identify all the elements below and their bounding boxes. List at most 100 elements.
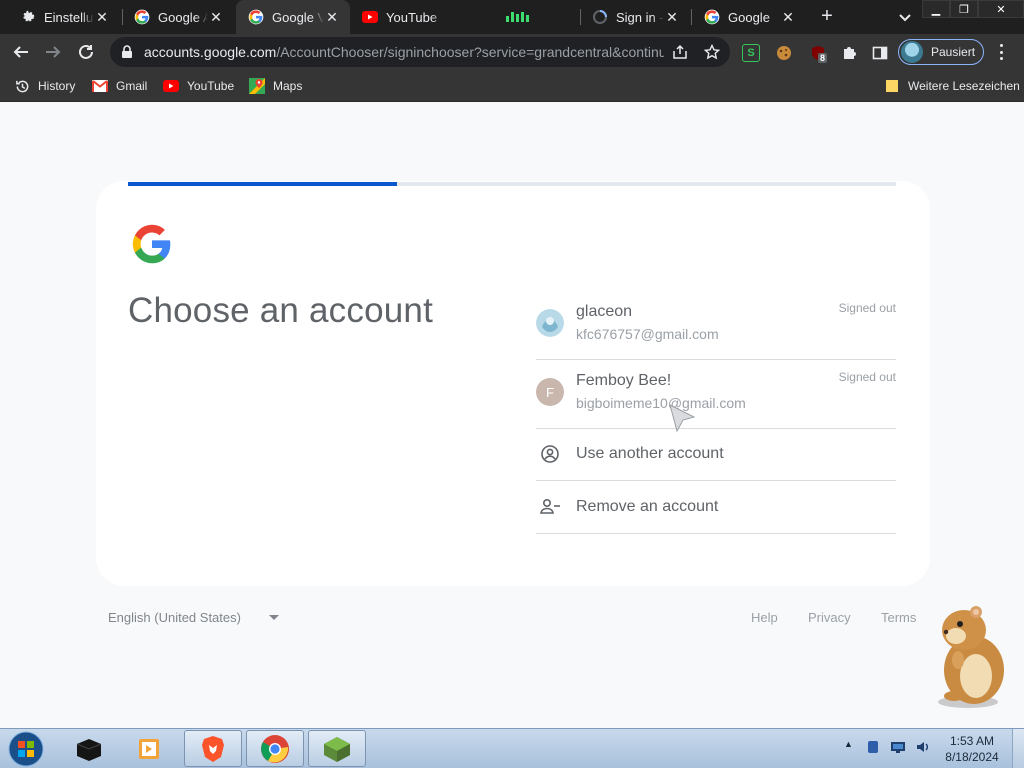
- close-tab-icon[interactable]: ✕: [324, 9, 340, 25]
- address-bar[interactable]: accounts.google.com/AccountChooser/signi…: [110, 37, 730, 67]
- system-tray: ▲: [844, 739, 940, 755]
- cookie-extension-icon[interactable]: [775, 44, 793, 62]
- tab-settings[interactable]: Einstellungen ✕: [8, 0, 120, 34]
- language-label: English (United States): [108, 610, 241, 625]
- bookmark-maps[interactable]: Maps: [249, 77, 302, 95]
- account-status: Signed out: [838, 301, 896, 315]
- tab-strip: Einstellungen ✕ Google Account ✕ Google …: [0, 0, 1024, 34]
- lock-icon[interactable]: [120, 45, 134, 59]
- tray-app-icon[interactable]: [865, 739, 881, 755]
- account-avatar: F: [536, 378, 564, 406]
- account-status: Signed out: [838, 370, 896, 384]
- tab-title: Sign in - Google Accounts: [616, 9, 664, 25]
- taskbar-clock[interactable]: 1:53 AM 8/18/2024: [940, 733, 1004, 765]
- dropdown-caret-icon: [268, 615, 279, 620]
- minecraft-block-icon: [324, 736, 350, 762]
- language-selector[interactable]: English (United States): [108, 610, 279, 625]
- account-circle-icon: [536, 440, 564, 468]
- action-label: Remove an account: [576, 498, 719, 515]
- taskbar-app-media-player[interactable]: [120, 730, 178, 767]
- tab-google-voice[interactable]: Google Voice ✕: [236, 0, 350, 34]
- side-panel-icon[interactable]: [871, 44, 889, 62]
- tab-sign-in[interactable]: Sign in - Google Accounts ✕: [580, 0, 690, 34]
- account-avatar: [536, 309, 564, 337]
- progress-bar: [128, 182, 896, 186]
- share-icon[interactable]: [672, 44, 688, 60]
- close-tab-icon[interactable]: ✕: [780, 9, 796, 25]
- close-tab-icon[interactable]: ✕: [664, 9, 680, 25]
- google-icon: [248, 9, 264, 25]
- brave-browser-icon: [202, 735, 224, 762]
- new-tab-button[interactable]: +: [816, 6, 838, 28]
- extension-badge: 8: [818, 53, 828, 63]
- bookmark-history[interactable]: History: [14, 77, 75, 95]
- page-heading: Choose an account: [128, 291, 434, 330]
- network-icon[interactable]: [890, 739, 906, 755]
- progress-bar-fill: [128, 182, 397, 186]
- gear-icon: [20, 9, 36, 25]
- browser-menu-icon[interactable]: [996, 44, 1006, 60]
- account-item-glaceon[interactable]: glaceon kfc676757@gmail.com Signed out: [536, 291, 896, 360]
- tab-title: Google Voice: [272, 9, 324, 25]
- privacy-link[interactable]: Privacy: [808, 610, 851, 625]
- bookmark-label: YouTube: [187, 79, 235, 93]
- tab-google-account[interactable]: Google Account ✕: [122, 0, 234, 34]
- tray-expand-icon[interactable]: ▲: [844, 739, 856, 755]
- profile-button[interactable]: Pausiert: [898, 39, 984, 65]
- show-desktop-button[interactable]: [1012, 729, 1024, 768]
- taskbar-app-brave[interactable]: [184, 730, 242, 767]
- bookmark-star-icon[interactable]: [703, 43, 721, 60]
- restore-button[interactable]: ❐: [950, 0, 978, 18]
- other-bookmarks-folder[interactable]: Weitere Lesezeichen: [884, 77, 1020, 95]
- tab-title: Einstellungen: [44, 9, 94, 25]
- start-button[interactable]: [6, 731, 46, 767]
- profile-status-label: Pausiert: [931, 45, 976, 59]
- audio-indicator-icon: [506, 12, 529, 22]
- close-tab-icon[interactable]: ✕: [94, 9, 110, 25]
- account-email: kfc676757@gmail.com: [576, 326, 719, 342]
- youtube-icon: [362, 9, 378, 25]
- forward-button[interactable]: [40, 39, 66, 65]
- action-label: Use another account: [576, 445, 724, 462]
- gmail-icon: [92, 78, 108, 94]
- avatar-letter: F: [536, 378, 564, 406]
- chrome-icon: [261, 734, 289, 763]
- close-tab-icon[interactable]: ✕: [208, 9, 224, 25]
- clock-date: 8/18/2024: [945, 750, 999, 764]
- back-button[interactable]: [8, 39, 34, 65]
- folder-icon: [884, 78, 900, 94]
- account-item-femboy-bee[interactable]: F Femboy Bee! bigboimeme10@gmail.com Sig…: [536, 360, 896, 429]
- ublock-extension-icon[interactable]: 8: [809, 44, 828, 63]
- tab-google[interactable]: Google ✕: [692, 0, 806, 34]
- taskbar-app-minecraft[interactable]: [308, 730, 366, 767]
- extension-s-icon[interactable]: S: [742, 44, 760, 62]
- bookmark-gmail[interactable]: Gmail: [92, 77, 147, 95]
- close-window-button[interactable]: ✕: [978, 0, 1024, 18]
- taskbar-app-chrome[interactable]: [246, 730, 304, 767]
- tab-search-chevron-icon[interactable]: [896, 8, 914, 26]
- google-loading-icon: [592, 9, 608, 25]
- extensions-puzzle-icon[interactable]: [840, 44, 858, 62]
- account-email: bigboimeme10@gmail.com: [576, 395, 746, 411]
- reload-button[interactable]: [73, 39, 99, 65]
- hamster-desktop-pet-icon: [938, 606, 1004, 708]
- bookmark-youtube[interactable]: YouTube: [163, 77, 234, 95]
- taskbar-app-black-box[interactable]: [60, 730, 118, 767]
- maps-icon: [249, 78, 265, 94]
- url-text: accounts.google.com/AccountChooser/signi…: [144, 44, 664, 60]
- use-another-account-button[interactable]: Use another account: [536, 428, 896, 481]
- google-logo-icon: [132, 224, 171, 264]
- tab-title: YouTube: [386, 9, 438, 25]
- tab-title: Google Account: [158, 9, 208, 25]
- remove-account-button[interactable]: Remove an account: [536, 481, 896, 534]
- help-link[interactable]: Help: [751, 610, 778, 625]
- volume-icon[interactable]: [915, 739, 931, 755]
- minimize-button[interactable]: ▁: [922, 0, 950, 18]
- mouse-cursor-icon: [669, 404, 696, 433]
- tab-youtube[interactable]: YouTube: [350, 0, 580, 34]
- terms-link[interactable]: Terms: [881, 610, 916, 625]
- youtube-icon: [163, 78, 179, 94]
- google-icon: [704, 9, 720, 25]
- bookmarks-bar: History Gmail YouTube Maps Weitere Lesez…: [0, 70, 1024, 102]
- bookmark-label: Maps: [273, 79, 303, 93]
